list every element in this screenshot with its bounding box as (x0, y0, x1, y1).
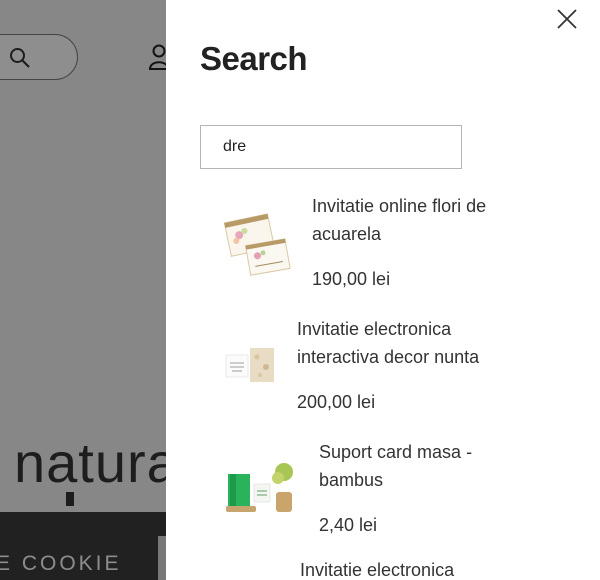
close-icon (557, 9, 577, 29)
product-title[interactable]: Suport card masa -bambus (319, 438, 499, 494)
product-price: 190,00 lei (312, 269, 391, 289)
close-button[interactable] (556, 8, 578, 30)
product-thumbnail (222, 208, 292, 278)
search-input[interactable] (200, 125, 462, 169)
product-price: 200,00 lei (297, 392, 376, 412)
search-result-item[interactable]: Invitatie online flori de acuarela 190,0… (166, 192, 600, 312)
search-drawer: Search dre Invitatie online flori de acu… (166, 0, 600, 580)
product-title[interactable]: Invitatie electronica (300, 560, 454, 580)
product-title[interactable]: Invitatie electronica interactiva decor … (297, 315, 517, 371)
product-thumbnail (222, 458, 296, 514)
search-result-item[interactable]: Suport card masa -bambus 2,40 lei (166, 438, 600, 558)
product-thumbnail (224, 345, 276, 385)
search-result-item[interactable]: Invitatie electronica interactiva decor … (166, 315, 600, 435)
product-title[interactable]: Invitatie online flori de acuarela (312, 192, 512, 248)
drawer-title: Search (200, 40, 308, 77)
drawer-backdrop[interactable] (0, 0, 166, 580)
product-price: 2,40 lei (319, 515, 378, 535)
